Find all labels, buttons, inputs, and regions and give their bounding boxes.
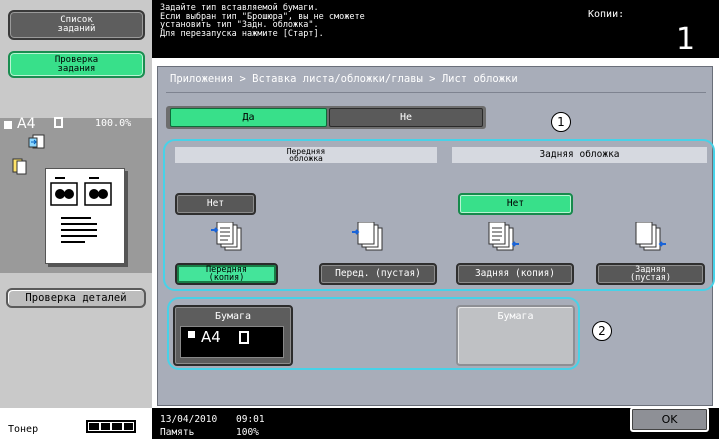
staple-icon <box>12 158 27 175</box>
ok-button[interactable]: OK <box>630 407 709 432</box>
callout-2: 2 <box>592 321 612 341</box>
instruction-message: Задайте тип вставляемой бумаги. Если выб… <box>160 3 365 39</box>
memory-value: 100% <box>236 427 259 438</box>
front-blank-icon <box>352 222 383 251</box>
back-paper-label: Бумага <box>497 311 534 322</box>
portrait-icon <box>239 331 249 344</box>
job-list-button[interactable]: Список заданий <box>8 10 145 40</box>
paper-tray-icon <box>188 331 195 338</box>
copies-label: Копии: <box>588 9 625 20</box>
back-copy-icon <box>488 222 519 251</box>
toner-level-gauge <box>86 420 136 433</box>
zoom-label: 100.0% <box>95 118 132 129</box>
memory-label: Память <box>160 427 195 438</box>
date-label: 13/04/2010 <box>160 414 218 425</box>
copies-count: 1 <box>676 22 696 57</box>
back-cover-header: Задняя обложка <box>452 147 707 163</box>
front-copy-button[interactable]: Передняя (копия) <box>175 263 278 285</box>
breadcrumb-divider <box>166 92 706 93</box>
front-paper-size: A4 <box>201 328 221 346</box>
yes-toggle-button[interactable]: Да <box>170 108 327 127</box>
back-none-button[interactable]: Нет <box>458 193 573 215</box>
document-preview-content <box>50 177 112 243</box>
front-paper-label: Бумага <box>214 311 252 322</box>
check-job-button[interactable]: Проверка задания <box>8 51 145 78</box>
front-none-button[interactable]: Нет <box>175 193 256 215</box>
front-copy-icon <box>211 222 242 251</box>
check-details-button[interactable]: Проверка деталей <box>6 288 146 308</box>
front-blank-button[interactable]: Перед. (пустая) <box>319 263 437 285</box>
back-blank-icon <box>635 222 666 251</box>
back-blank-button[interactable]: Задняя (пустая) <box>596 263 705 285</box>
front-paper-display <box>180 326 284 358</box>
paper-size-label: A4 <box>17 116 36 132</box>
toner-label: Тонер <box>8 424 39 435</box>
time-label: 09:01 <box>236 414 265 425</box>
callout-1: 1 <box>551 112 571 132</box>
copy-icon <box>28 134 45 149</box>
no-toggle-button[interactable]: Не <box>329 108 483 127</box>
paper-tray-icon <box>4 121 12 129</box>
back-copy-button[interactable]: Задняя (копия) <box>456 263 574 285</box>
breadcrumb: Приложения > Вставка листа/обложки/главы… <box>170 73 518 85</box>
front-cover-header: Передняя обложка <box>175 147 437 163</box>
portrait-icon <box>54 117 63 128</box>
